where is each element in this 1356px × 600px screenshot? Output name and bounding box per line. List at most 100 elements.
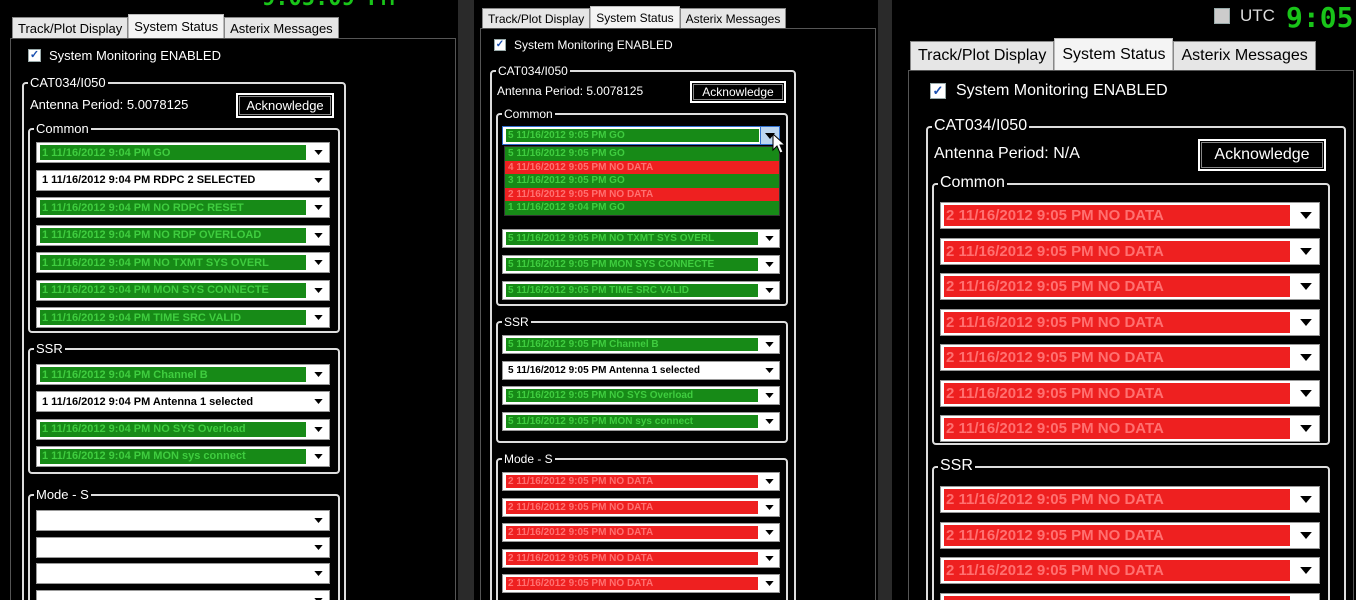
chevron-down-icon[interactable]	[1292, 310, 1319, 335]
status-dropdown[interactable]: 1 11/16/2012 9:04 PM Antenna 1 selected	[36, 391, 330, 413]
acknowledge-button[interactable]: Acknowledge	[1198, 139, 1326, 171]
chevron-down-icon[interactable]	[308, 564, 329, 583]
chevron-down-icon[interactable]	[1292, 381, 1319, 406]
checkbox-checked-icon[interactable]: ✓	[930, 83, 946, 99]
chevron-down-icon[interactable]	[760, 282, 779, 299]
dropdown-option[interactable]: 5 11/16/2012 9:05 PM GO	[505, 147, 779, 161]
status-dropdown[interactable]	[36, 510, 330, 531]
status-dropdown[interactable]: 5 11/16/2012 9:05 PM NO TXMT SYS OVERL	[502, 229, 780, 248]
chevron-down-icon[interactable]	[760, 336, 779, 353]
status-dropdown[interactable]: 1 11/16/2012 9:04 PM NO RDPC RESET	[36, 197, 330, 218]
dropdown-option[interactable]: 1 11/16/2012 9:04 PM GO	[505, 201, 779, 215]
status-dropdown[interactable]: 2 11/16/2012 9:05 PM NO DATA	[940, 308, 1320, 336]
checkbox-unchecked-icon[interactable]	[1214, 8, 1230, 24]
chevron-down-icon[interactable]	[308, 591, 329, 600]
chevron-down-icon[interactable]	[760, 550, 779, 567]
status-dropdown[interactable]: 2 11/16/2012 9:05 PM NO DATA	[940, 237, 1320, 265]
chevron-down-icon[interactable]	[1292, 345, 1319, 370]
chevron-down-icon[interactable]	[1292, 558, 1319, 583]
tab-asterix-messages[interactable]: Asterix Messages	[679, 8, 787, 28]
chevron-down-icon[interactable]	[308, 253, 329, 272]
chevron-down-icon[interactable]	[308, 420, 329, 439]
checkbox-checked-icon[interactable]: ✓	[494, 39, 506, 51]
tab-system-status[interactable]: System Status	[1054, 38, 1174, 70]
chevron-down-icon[interactable]	[760, 362, 779, 379]
chevron-down-icon[interactable]	[308, 308, 329, 327]
status-dropdown[interactable]: 1 11/16/2012 9:04 PM RDPC 2 SELECTED	[36, 169, 330, 191]
tab-asterix-messages[interactable]: Asterix Messages	[1173, 41, 1316, 70]
chevron-down-icon[interactable]	[308, 281, 329, 300]
tab-system-status[interactable]: System Status	[590, 6, 680, 28]
chevron-down-icon[interactable]	[760, 575, 779, 592]
chevron-down-icon[interactable]	[308, 143, 329, 162]
status-dropdown[interactable]: 5 11/16/2012 9:05 PM TIME SRC VALID	[502, 281, 780, 300]
status-dropdown[interactable]	[36, 536, 330, 558]
status-dropdown[interactable]: 2 11/16/2012 9:05 PM NO DATA	[502, 523, 780, 542]
monitoring-toggle[interactable]: ✓ System Monitoring ENABLED	[930, 82, 1168, 100]
monitoring-toggle[interactable]: ✓ System Monitoring ENABLED	[494, 38, 673, 52]
status-dropdown[interactable]: 1 11/16/2012 9:04 PM GO	[36, 142, 330, 163]
tab-track-plot[interactable]: Track/Plot Display	[910, 41, 1055, 70]
status-dropdown[interactable]: 1 11/16/2012 9:04 PM TIME SRC VALID	[36, 307, 330, 328]
chevron-down-icon[interactable]	[308, 447, 329, 466]
status-dropdown[interactable]: 1 11/16/2012 9:04 PM NO SYS Overload	[36, 418, 330, 440]
status-dropdown[interactable]	[940, 592, 1320, 600]
status-dropdown[interactable]: 2 11/16/2012 9:05 PM NO DATA	[502, 548, 780, 568]
status-dropdown[interactable]: 2 11/16/2012 9:05 PM NO DATA	[940, 379, 1320, 407]
checkbox-checked-icon[interactable]: ✓	[28, 49, 41, 62]
chevron-down-icon[interactable]	[760, 387, 779, 404]
tab-track-plot[interactable]: Track/Plot Display	[12, 17, 129, 38]
chevron-down-icon[interactable]	[1292, 274, 1319, 299]
status-dropdown[interactable]: 2 11/16/2012 9:05 PM NO DATA	[940, 486, 1320, 513]
status-dropdown[interactable]: 2 11/16/2012 9:05 PM NO DATA	[940, 344, 1320, 371]
status-dropdown[interactable]: 1 11/16/2012 9:04 PM MON sys connect	[36, 445, 330, 467]
status-dropdown[interactable]	[36, 563, 330, 585]
dropdown-option[interactable]: 2 11/16/2012 9:05 PM NO DATA	[505, 187, 779, 201]
status-dropdown[interactable]: 2 11/16/2012 9:05 PM NO DATA	[940, 415, 1320, 442]
status-dropdown[interactable]: 5 11/16/2012 9:05 PM Channel B	[502, 335, 780, 354]
chevron-down-icon[interactable]	[308, 538, 329, 557]
chevron-down-icon[interactable]	[1292, 523, 1319, 548]
acknowledge-button[interactable]: Acknowledge	[236, 93, 334, 118]
chevron-down-icon[interactable]	[1292, 203, 1319, 228]
chevron-down-icon[interactable]	[760, 473, 779, 490]
common-status-dropdown-open[interactable]: 5 11/16/2012 9:05 PM GO	[502, 126, 780, 145]
acknowledge-button[interactable]: Acknowledge	[690, 81, 786, 103]
chevron-down-icon[interactable]	[308, 365, 329, 384]
utc-toggle[interactable]: UTC	[1214, 6, 1275, 26]
status-dropdown[interactable]: 5 11/16/2012 9:05 PM MON SYS CONNECTE	[502, 255, 780, 274]
chevron-down-icon[interactable]	[760, 524, 779, 541]
status-dropdown[interactable]: 1 11/16/2012 9:04 PM MON SYS CONNECTE	[36, 279, 330, 301]
status-dropdown[interactable]: 2 11/16/2012 9:05 PM NO DATA	[502, 472, 780, 491]
chevron-down-icon[interactable]	[308, 198, 329, 217]
status-dropdown[interactable]: 1 11/16/2012 9:04 PM NO TXMT SYS OVERL	[36, 252, 330, 273]
status-dropdown[interactable]: 5 11/16/2012 9:05 PM NO SYS Overload	[502, 386, 780, 406]
status-dropdown[interactable]: 5 11/16/2012 9:05 PM Antenna 1 selected	[502, 360, 780, 380]
status-dropdown[interactable]: 2 11/16/2012 9:05 PM NO DATA	[502, 574, 780, 593]
status-dropdown[interactable]: 1 11/16/2012 9:04 PM NO RDP OVERLOAD	[36, 224, 330, 246]
status-dropdown[interactable]: 2 11/16/2012 9:05 PM NO DATA	[940, 273, 1320, 300]
monitoring-toggle[interactable]: ✓ System Monitoring ENABLED	[28, 48, 221, 63]
chevron-down-icon[interactable]	[308, 171, 329, 190]
status-dropdown[interactable]: 1 11/16/2012 9:04 PM Channel B	[36, 364, 330, 385]
chevron-down-icon[interactable]	[308, 226, 329, 245]
chevron-down-icon[interactable]	[760, 499, 779, 516]
status-dropdown[interactable]: 2 11/16/2012 9:05 PM NO DATA	[502, 497, 780, 517]
chevron-down-icon[interactable]	[308, 392, 329, 411]
chevron-down-icon[interactable]	[1292, 239, 1319, 264]
status-dropdown[interactable]: 2 11/16/2012 9:05 PM NO DATA	[940, 557, 1320, 584]
chevron-down-icon[interactable]	[760, 413, 779, 430]
status-dropdown[interactable]: 5 11/16/2012 9:05 PM MON sys connect	[502, 412, 780, 432]
chevron-down-icon[interactable]	[308, 511, 329, 530]
chevron-down-icon[interactable]	[760, 230, 779, 247]
status-dropdown[interactable]: 2 11/16/2012 9:05 PM NO DATA	[940, 521, 1320, 549]
status-dropdown[interactable]: 2 11/16/2012 9:05 PM NO DATA	[940, 202, 1320, 229]
dropdown-option[interactable]: 3 11/16/2012 9:05 PM GO	[505, 174, 779, 188]
chevron-down-icon[interactable]	[1292, 594, 1319, 600]
tab-track-plot[interactable]: Track/Plot Display	[482, 8, 591, 28]
chevron-down-icon[interactable]	[1292, 487, 1319, 512]
status-dropdown[interactable]	[36, 590, 330, 600]
tab-system-status[interactable]: System Status	[128, 14, 225, 38]
chevron-down-icon[interactable]	[760, 256, 779, 273]
tab-asterix-messages[interactable]: Asterix Messages	[224, 17, 339, 38]
